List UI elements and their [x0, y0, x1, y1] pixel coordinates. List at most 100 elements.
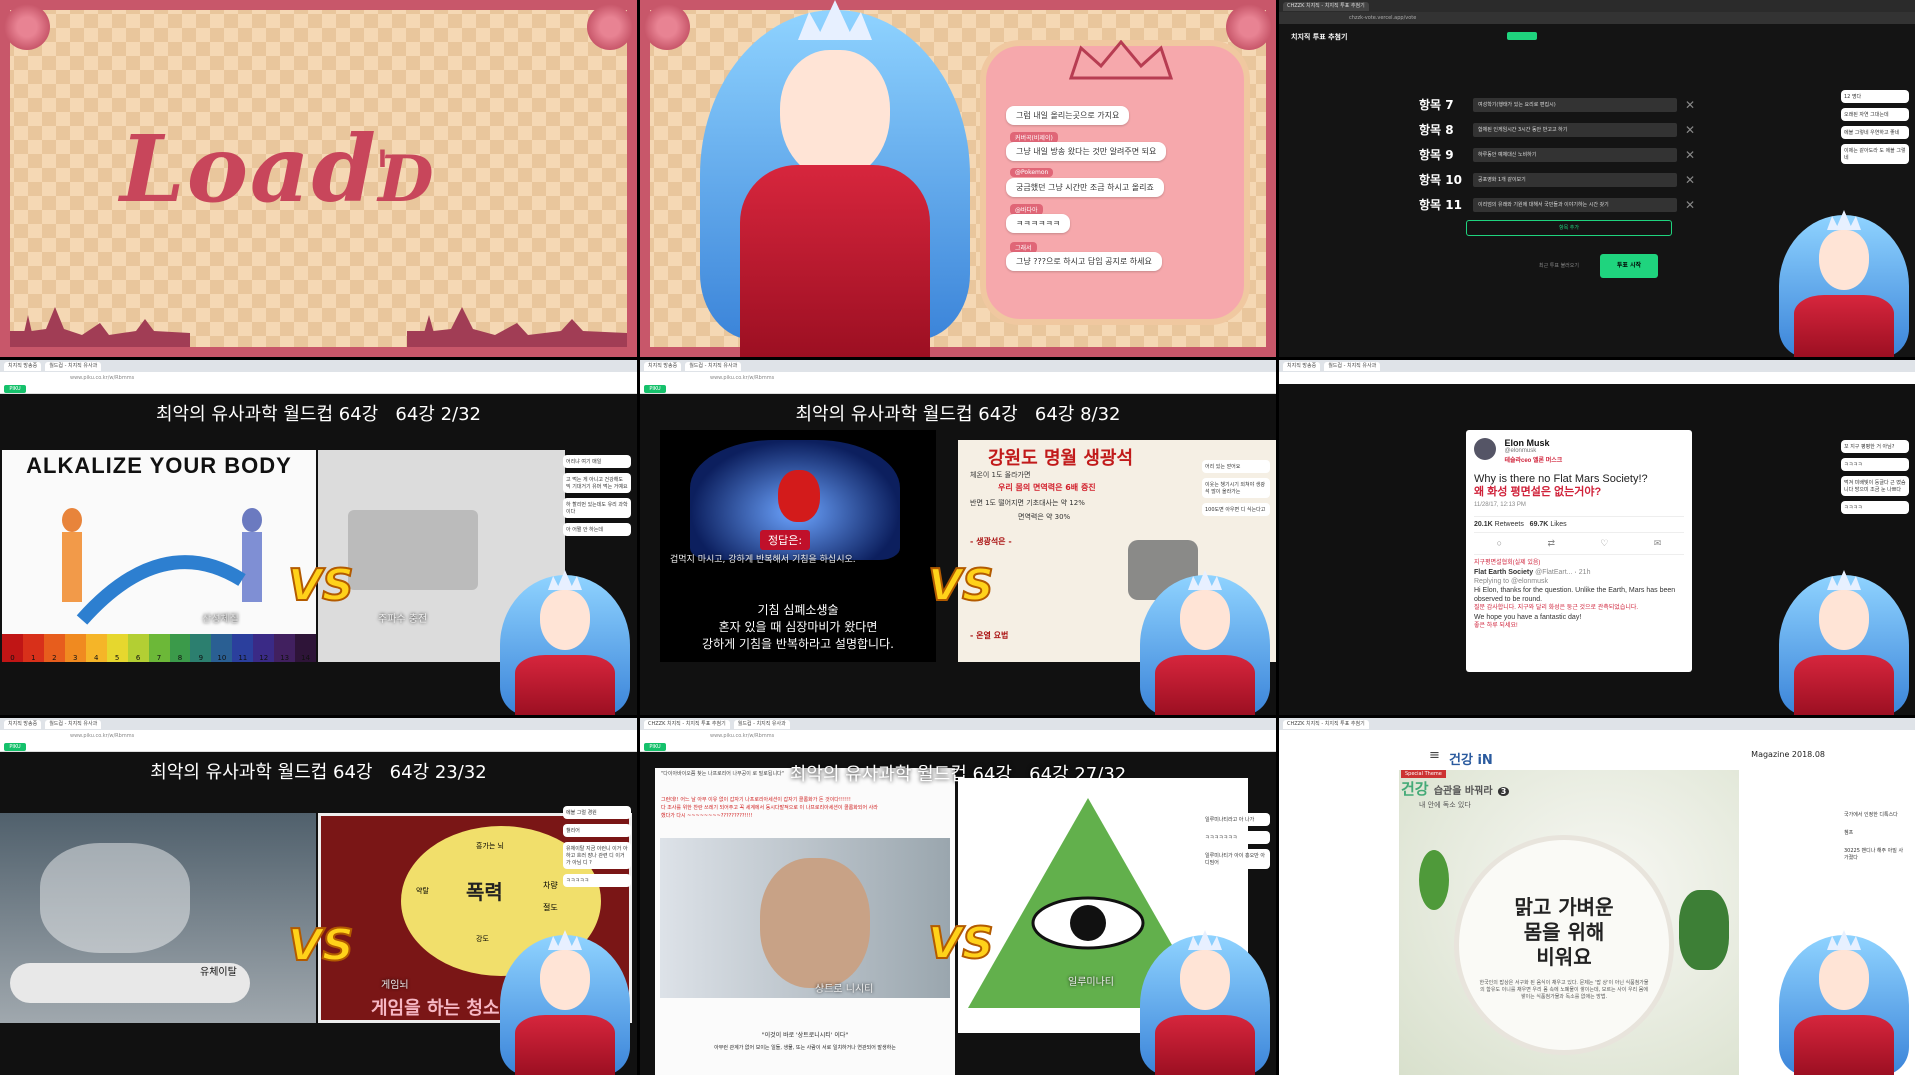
vote-item-label: 항목 11 [1419, 198, 1462, 212]
worldcup-title: 최악의 유사과학 월드컵 64강 64강 8/32 [795, 404, 1121, 425]
rose-icon [587, 4, 633, 50]
vtuber-avatar [700, 0, 970, 357]
browser-tab[interactable]: CHZZK 치지직 - 치지직 투표 추첨기 [644, 719, 730, 729]
browser-tab[interactable]: 월드컵 - 치지직 유사과 [1324, 361, 1381, 371]
chat-username: @Pokemon [1010, 168, 1054, 177]
site-logo[interactable]: PIKU [644, 385, 666, 393]
toggle-button[interactable] [1507, 32, 1537, 40]
magazine-screen: CHZZK 치지직 - 치지직 투표 추첨기 ≡ 건강 iN Magazine … [1279, 718, 1915, 1075]
remove-icon[interactable]: ✕ [1685, 173, 1695, 187]
magazine-body: 한국인의 밥상은 서구화 된 음식이 채우고 있다. 문제는 '밥 상'이 아닌… [1479, 980, 1649, 1000]
vote-item-label: 항목 10 [1419, 173, 1462, 187]
left-candidate-image[interactable]: "다이아바이오쯤 찾는 나프로리어 나무공이 로 밀로됩니다" 그런데!! 어느… [655, 768, 955, 1075]
load-recent-checkbox[interactable]: 최근 투표 불러오기 [1539, 262, 1579, 269]
left-candidate-image[interactable]: 정답은: 겁먹지 마시고, 강하게 반복해서 기침을 하십시오. 기침 심폐소생… [660, 430, 936, 662]
image-banner: 게임을 하는 청소년 [371, 998, 517, 1019]
side-chat: 어리냐 여기 매일 고 먹는 게 아니고 건강해도 믹 기대거기 유머 먹는 거… [563, 455, 631, 541]
image-text: 체온이 1도 올라가면 [970, 471, 1031, 479]
worldcup-round-screen: CHZZK 치지직 - 치지직 투표 추첨기 월드컵 - 치지직 유사과 www… [640, 718, 1276, 1075]
url-bar[interactable]: www.piku.co.kr/w/Rbmms [640, 730, 1276, 742]
vote-item-input[interactable]: 여성학기(행태가 있는 요리로 편집시) [1473, 97, 1677, 112]
remove-icon[interactable]: ✕ [1685, 98, 1695, 112]
like-icon[interactable]: ♡ [1600, 538, 1608, 549]
tweet-date: 11/28/17, 12:13 PM [1474, 502, 1526, 508]
candidate-caption: 유체이탈 [200, 967, 237, 978]
avatar-chat-screen: 그럼 내일 올리는곳으로 가지요 커버곡(비제이) 그냥 내일 방송 왔다는 것… [640, 0, 1276, 357]
rose-icon [4, 4, 50, 50]
browser-tab[interactable]: CHZZK 치지직 - 치지직 투표 추첨기 [1283, 1, 1369, 11]
vtuber-avatar [1779, 930, 1909, 1075]
site-navbar: PIKU [640, 742, 1276, 752]
browser-tab[interactable]: 월드컵 - 치지직 유사과 [45, 361, 102, 371]
start-vote-button[interactable]: 투표 시작 [1600, 254, 1658, 278]
worldcup-title: 최악의 유사과학 월드컵 64강 64강 2/32 [155, 404, 481, 425]
image-text: 면역력은 약 30% [1018, 513, 1071, 521]
url-bar[interactable] [1279, 730, 1915, 742]
loading-word: Load [120, 115, 378, 223]
left-candidate-image[interactable]: ALKALIZE YOUR BODY 산성체질 0 1 2 3 4 5 6 7 8 9 10 11 12… [2, 450, 316, 662]
browser-tab[interactable]: 월드컵 - 치지직 유사과 [685, 361, 742, 371]
browser-tab[interactable]: 치지직 방송중 [644, 361, 682, 371]
hero-kicker: 건강 습관을 바꿔라 3 [1401, 778, 1510, 799]
theme-tag: Special Theme [1401, 770, 1446, 778]
side-chat: 일루미나티라고 아 나가 ㅋㅋㅋㅋㅋㅋㅋ 일루미나티가 아이 홍오만 아디밈어 [1202, 813, 1270, 874]
vote-item-input[interactable]: 공포영화 1개 같이보기 [1473, 172, 1677, 187]
vs-label: VS [927, 917, 995, 970]
vote-item-label: 항목 9 [1419, 148, 1454, 162]
crown-icon [1068, 40, 1174, 80]
chat-message: 유체이탈 지금 이런니 이거 아 하고 흐러 장나 관련 디 이거 가 아님 디… [563, 842, 631, 869]
chat-message: 꼬 지구 평평한 거 아님? [1841, 440, 1909, 453]
browser-tab[interactable]: 월드컵 - 치지직 유사과 [45, 719, 102, 729]
vote-item-label: 항목 7 [1419, 98, 1454, 112]
vote-item-input[interactable]: 이리엄의 유래와 기원에 대해서 국민들과 이야기하는 시간 갖기 [1473, 197, 1677, 212]
vote-item-row: 항목 8 합체된 인게임시간 3시간 동안 반고고 하기 ✕ [1419, 121, 1695, 138]
chat-box: 그럼 내일 올리는곳으로 가지요 커버곡(비제이) 그냥 내일 방송 왔다는 것… [980, 40, 1250, 325]
browser-tab[interactable]: 치지직 방송중 [4, 361, 42, 371]
caption-line: 겁먹지 마시고, 강하게 반복해서 기침을 하십시오. [670, 555, 856, 565]
left-candidate-image[interactable]: 유체이탈 [0, 813, 316, 1023]
vs-label: VS [287, 559, 355, 612]
remove-icon[interactable]: ✕ [1685, 148, 1695, 162]
vtuber-avatar [500, 930, 630, 1075]
url-bar[interactable]: www.piku.co.kr/w/Rbmms [640, 372, 1276, 384]
tweet-text: Why is there no Flat Mars Society!? 왜 화성… [1474, 473, 1648, 498]
chat-message: 오래된 자연 그대는데 [1841, 108, 1909, 121]
site-logo[interactable]: PIKU [4, 743, 26, 751]
site-logo[interactable]: PIKU [4, 385, 26, 393]
rose-icon [644, 4, 690, 50]
chat-message: 고 먹는 게 아니고 건강해도 믹 기대거기 유머 먹는 거예요 [563, 473, 631, 493]
chat-message: 하 할리먼 있는데도 유리 과학이다 [563, 498, 631, 518]
worldcup-title: 최악의 유사과학 월드컵 64강 64강 23/32 [150, 762, 487, 783]
remove-icon[interactable]: ✕ [1685, 198, 1695, 212]
browser-tab[interactable]: 치지직 방송중 [1283, 361, 1321, 371]
url-bar[interactable] [1279, 372, 1915, 384]
browser-tab[interactable]: 월드컵 - 치지직 유사과 [733, 719, 790, 729]
browser-tab[interactable]: CHZZK 치지직 - 치지직 투표 추첨기 [1283, 719, 1369, 729]
vote-item-row: 항목 10 공포영화 1개 같이보기 ✕ [1419, 171, 1695, 188]
vote-item-input[interactable]: 합체된 인게임시간 3시간 동안 반고고 하기 [1473, 122, 1677, 137]
message-icon[interactable]: ✉ [1654, 538, 1662, 549]
magazine-hero: Special Theme 건강 습관을 바꿔라 3 내 안에 독소 있다 맑고… [1399, 770, 1739, 1075]
chat-message: 챌리어 [563, 824, 631, 837]
remove-icon[interactable]: ✕ [1685, 123, 1695, 137]
avatar [1474, 438, 1496, 460]
url-bar[interactable]: www.piku.co.kr/w/Rbmms [0, 372, 637, 384]
add-item-button[interactable]: 항목 추가 [1466, 220, 1672, 236]
url-bar[interactable]: chzzk-vote.vercel.app/vote [1279, 12, 1915, 24]
retweet-icon[interactable]: ⇄ [1547, 538, 1555, 549]
chat-message: ㅋㅋㅋㅋ [1841, 458, 1909, 471]
chat-message: ㅋㅋㅋㅋ [1841, 501, 1909, 514]
vegetable-image [1419, 850, 1449, 910]
browser-tabbar: 치지직 방송중 월드컵 - 치지직 유사과 [640, 360, 1276, 372]
hero-subline: 내 안에 독소 있다 [1419, 801, 1471, 809]
image-text: 그런데!! 어느 날 아무 이유 없이 갑자기 나프로리아세션이 갑자기 콜롬화… [661, 797, 878, 819]
menu-icon[interactable]: ≡ [1429, 748, 1440, 763]
magazine-logo[interactable]: 건강 iN [1449, 749, 1493, 768]
browser-tab[interactable]: 치지직 방송중 [4, 719, 42, 729]
site-logo[interactable]: PIKU [644, 743, 666, 751]
vote-item-input[interactable]: 하루동안 예체대신 노비하기 [1473, 147, 1677, 162]
reply-icon[interactable]: ○ [1497, 538, 1502, 549]
body-figures-icon [62, 508, 262, 625]
url-bar[interactable]: www.piku.co.kr/w/Rbmms [0, 730, 637, 742]
spirit-figure [40, 843, 190, 953]
